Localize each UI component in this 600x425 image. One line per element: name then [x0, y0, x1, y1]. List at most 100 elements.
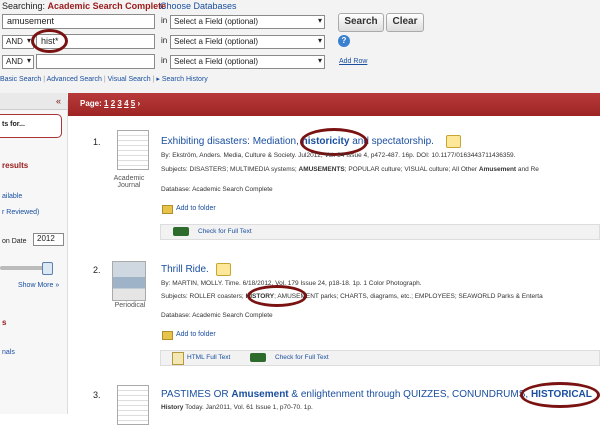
check-full-text-link[interactable]: Check for Full Text: [275, 354, 329, 361]
in-label-3: in: [161, 56, 168, 65]
refine-panel: [0, 100, 68, 414]
journals-filter[interactable]: nals: [2, 349, 15, 356]
boolean-select-3-value: AND: [6, 57, 23, 66]
result-title-link[interactable]: Thrill Ride.: [161, 264, 209, 275]
annotation-circle: [247, 285, 307, 307]
chevron-down-icon: ▾: [317, 56, 322, 65]
in-label-2: in: [161, 36, 168, 45]
add-row-link[interactable]: Add Row: [339, 58, 367, 65]
subjects-text: and Re: [516, 166, 539, 173]
visual-search-link[interactable]: Visual Search: [108, 76, 151, 83]
folder-icon: [162, 331, 173, 340]
search-button[interactable]: Search: [338, 13, 384, 32]
result-byline: By: Ekström, Anders. Media, Culture & So…: [161, 152, 516, 159]
page-link-1[interactable]: 1: [104, 99, 108, 108]
boolean-select-2-value: AND: [6, 37, 23, 46]
title-text: Exhibiting disasters: Mediation,: [161, 136, 302, 147]
subjects-highlight: AMUSEMENTS: [298, 166, 345, 173]
byline-text: Today. Jan2011, Vol. 61 Issue 1, p70-70.…: [183, 404, 313, 411]
article-linker-icon: [173, 227, 189, 236]
field-select-2[interactable]: Select a Field (optional) ▾: [170, 35, 325, 49]
field-select-3-value: Select a Field (optional): [174, 57, 259, 66]
refine-title: ts for...: [2, 121, 25, 128]
boolean-select-3[interactable]: AND ▾: [2, 55, 34, 69]
arrow-icon: ▸: [156, 76, 160, 83]
collapse-icon[interactable]: «: [56, 96, 61, 106]
subjects-text: ; POPULAR culture; VISUAL culture; All O…: [344, 166, 479, 173]
chevron-down-icon: ▾: [317, 36, 322, 45]
annotation-circle: [520, 382, 600, 408]
page-link-4[interactable]: 4: [124, 99, 128, 108]
add-to-folder-link[interactable]: Add to folder: [176, 205, 216, 212]
page-link-5[interactable]: 5: [131, 99, 135, 108]
result-title-link[interactable]: Exhibiting disasters: Mediation, histori…: [161, 136, 434, 147]
in-label-1: in: [161, 16, 168, 25]
clear-button[interactable]: Clear: [386, 13, 424, 32]
page-label: Page:: [80, 99, 102, 108]
database-name: Academic Search Complete: [47, 1, 167, 11]
document-icon: [117, 130, 149, 170]
subjects-text: Subjects: DISASTERS; MULTIMEDIA systems;: [161, 166, 299, 173]
refine-results-heading: results: [2, 161, 29, 170]
type-line: Academic: [113, 175, 145, 182]
source-types-heading: s: [2, 318, 7, 327]
peer-reviewed-filter[interactable]: r Reviewed): [2, 209, 39, 216]
chevron-down-icon: ▾: [317, 16, 322, 25]
pagination: Page: 1 2 3 4 5 ›: [80, 99, 140, 108]
searching-line: Searching: Academic Search Complete: [2, 1, 166, 11]
check-full-text-link[interactable]: Check for Full Text: [198, 228, 252, 235]
title-text: PASTIMES OR: [161, 389, 232, 400]
next-page-icon[interactable]: ›: [137, 99, 140, 108]
publication-date-label: on Date: [2, 238, 27, 245]
field-select-3[interactable]: Select a Field (optional) ▾: [170, 55, 325, 69]
chevron-down-icon: ▾: [26, 56, 31, 65]
article-linker-icon: [250, 353, 266, 362]
result-database: Database: Academic Search Complete: [161, 312, 273, 319]
advanced-search-link[interactable]: Advanced Search: [47, 76, 102, 83]
type-line: Journal: [117, 182, 141, 189]
result-byline: History Today. Jan2011, Vol. 61 Issue 1,…: [161, 404, 313, 411]
searching-label: Searching:: [2, 1, 46, 11]
result-subjects: Subjects: DISASTERS; MULTIMEDIA systems;…: [161, 166, 539, 173]
folder-icon: [162, 205, 173, 214]
boolean-select-2[interactable]: AND ▾: [2, 35, 34, 49]
result-type-label: Academic Journal: [104, 175, 154, 189]
add-to-folder-link[interactable]: Add to folder: [176, 331, 216, 338]
preview-icon[interactable]: [446, 135, 461, 148]
subjects-text: Subjects: ROLLER coasters;: [161, 293, 246, 300]
html-full-text-icon: [172, 352, 184, 365]
field-select-1[interactable]: Select a Field (optional) ▾: [170, 15, 325, 29]
field-select-2-value: Select a Field (optional): [174, 37, 259, 46]
title-highlight: Amusement: [231, 389, 289, 400]
document-icon: [117, 385, 149, 425]
result-type-label: Periodical: [114, 302, 146, 309]
result-subjects: Subjects: ROLLER coasters; HISTORY; AMUS…: [161, 293, 543, 300]
search-nav: Basic Search | Advanced Search | Visual …: [0, 76, 208, 83]
result-number: 3.: [93, 390, 101, 400]
search-input-1[interactable]: amusement: [2, 14, 155, 29]
subjects-text: ; AMUSEMENT parks; CHARTS, diagrams, etc…: [274, 293, 543, 300]
results-pagination-bar: [68, 93, 600, 116]
search-input-3[interactable]: [36, 54, 155, 69]
byline-highlight: History: [161, 404, 184, 411]
periodical-icon: [112, 261, 146, 301]
page-link-3[interactable]: 3: [117, 99, 121, 108]
result-database: Database: Academic Search Complete: [161, 186, 273, 193]
preview-icon[interactable]: [216, 263, 231, 276]
result-number: 2.: [93, 265, 101, 275]
title-text: & enlightenment through QUIZZES, CONUNDR…: [288, 389, 531, 400]
html-full-text-link[interactable]: HTML Full Text: [187, 354, 230, 361]
subjects-highlight: Amusement: [478, 166, 517, 173]
field-select-1-value: Select a Field (optional): [174, 17, 259, 26]
show-more-link[interactable]: Show More »: [18, 282, 59, 289]
page-link-2[interactable]: 2: [111, 99, 115, 108]
date-end-input[interactable]: 2012: [33, 233, 64, 246]
result-number: 1.: [93, 137, 101, 147]
full-text-available-filter[interactable]: ailable: [2, 193, 22, 200]
choose-databases-link[interactable]: Choose Databases: [160, 1, 237, 11]
annotation-circle: [31, 29, 68, 53]
basic-search-link[interactable]: Basic Search: [0, 76, 41, 83]
help-icon[interactable]: ?: [338, 35, 350, 47]
search-history-link[interactable]: Search History: [162, 76, 208, 83]
date-slider-handle[interactable]: [42, 262, 53, 275]
